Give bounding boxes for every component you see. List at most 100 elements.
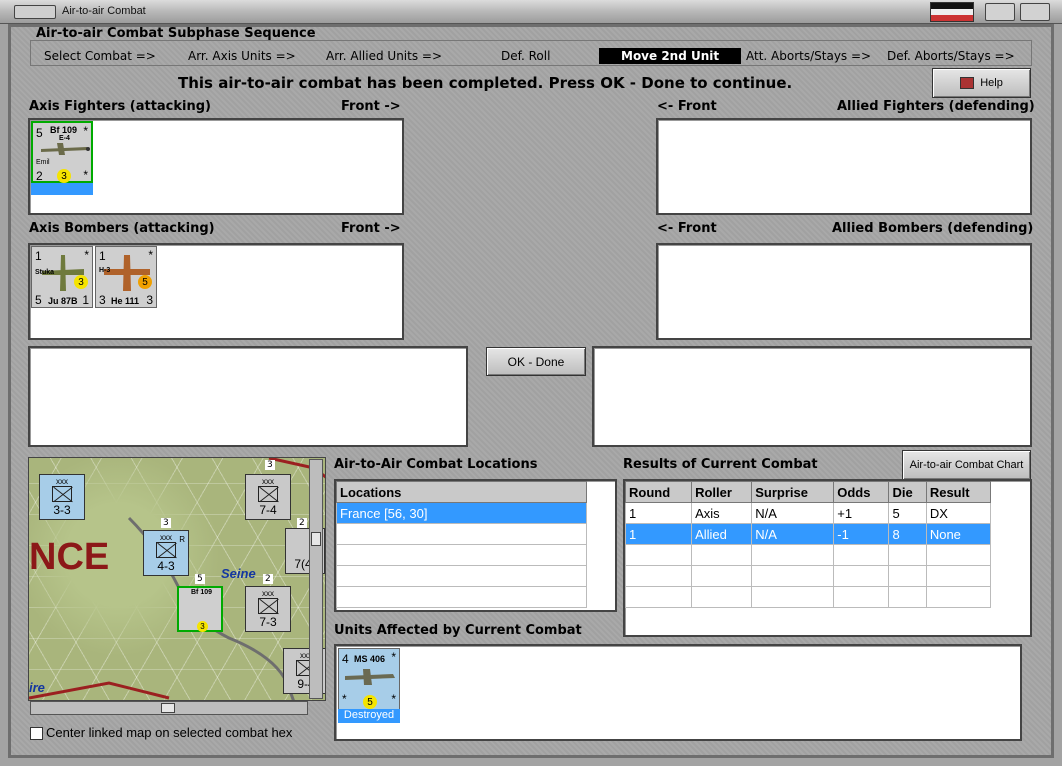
table-row[interactable] xyxy=(624,586,992,608)
cell: None xyxy=(925,523,992,545)
unit-value: 7-4 xyxy=(259,503,277,517)
location-row[interactable] xyxy=(336,586,587,608)
results-title: Results of Current Combat xyxy=(623,457,818,472)
col-die: Die xyxy=(888,481,927,503)
counter-value: 4 xyxy=(342,652,349,666)
step-arr-axis: Arr. Axis Units => xyxy=(188,49,296,63)
help-button[interactable]: Help xyxy=(932,68,1031,98)
center-map-label: Center linked map on selected combat hex xyxy=(46,725,293,740)
ju87-counter[interactable]: 1 * Stuka 3 5 Ju 87B 1 xyxy=(31,246,93,308)
window-title: Air-to-air Combat xyxy=(62,5,146,17)
counter-value: 1 xyxy=(82,293,89,307)
axis-fighters-box[interactable]: 5 Bf 109 E-4 * Emil 2 3 * xyxy=(28,118,404,215)
col-result: Result xyxy=(925,481,992,503)
infantry-icon xyxy=(258,598,278,614)
counter-value: 3 xyxy=(146,293,153,307)
unit-size: xxx xyxy=(262,477,274,486)
infantry-icon xyxy=(156,542,176,558)
counter-variant: H-3 xyxy=(99,267,111,274)
map-edge-label: ire xyxy=(29,680,45,695)
linked-map[interactable]: NCE Seine ire xxx 3-3 xxx 7-4 xxx R 4-3 xxx 7… xyxy=(28,457,326,701)
scroll-thumb[interactable] xyxy=(161,703,175,713)
unit-size: xxx xyxy=(56,477,68,486)
counter-name: Ju 87B xyxy=(48,296,78,306)
stack-count: 5 xyxy=(195,574,205,584)
step-move-2nd-unit: Move 2nd Unit xyxy=(599,48,742,64)
unit-value: 4-3 xyxy=(157,559,175,573)
counter-nickname: Emil xyxy=(36,159,50,166)
ok-done-button[interactable]: OK - Done xyxy=(486,347,586,376)
combat-chart-button[interactable]: Air-to-air Combat Chart xyxy=(902,450,1031,480)
map-unit[interactable]: xxx 7-4 xyxy=(245,474,291,520)
map-horizontal-scrollbar[interactable] xyxy=(30,701,308,715)
col-surprise: Surprise xyxy=(751,481,835,503)
map-vertical-scrollbar[interactable] xyxy=(309,459,323,699)
map-air-unit[interactable]: Bf 109 3 xyxy=(177,586,223,632)
affected-title: Units Affected by Current Combat xyxy=(334,623,582,638)
german-flag-icon xyxy=(930,2,974,22)
allied-fighters-label: Allied Fighters (defending) xyxy=(837,99,1035,114)
ms406-counter[interactable]: 4 MS 406 * * 5 * xyxy=(338,648,400,710)
fighter-plane-icon xyxy=(345,669,395,685)
minimize-button[interactable] xyxy=(985,3,1015,21)
allied-fighters-box[interactable] xyxy=(656,118,1032,215)
stack-count: 2 xyxy=(263,574,273,584)
unit-value: 3-3 xyxy=(53,503,71,517)
counter-star: * xyxy=(342,692,347,706)
cell: N/A xyxy=(751,523,835,545)
help-label: Help xyxy=(980,77,1003,89)
table-row[interactable] xyxy=(624,565,992,587)
cell: Axis xyxy=(691,502,753,524)
map-unit[interactable]: xxx 7-3 xyxy=(245,586,291,632)
he111-counter[interactable]: 1 * H-3 5 3 He 111 3 xyxy=(95,246,157,308)
counter-value: 5 xyxy=(35,293,42,307)
map-unit[interactable]: xxx R 4-3 xyxy=(143,530,189,576)
table-row[interactable] xyxy=(624,544,992,566)
cell: 1 xyxy=(624,502,693,524)
allied-bombers-label: Allied Bombers (defending) xyxy=(832,221,1034,236)
front-arrow-right: Front -> xyxy=(341,221,401,236)
allied-bombers-box[interactable] xyxy=(656,243,1032,340)
scroll-thumb[interactable] xyxy=(311,532,321,546)
location-cell: France [56, 30] xyxy=(336,502,587,524)
step-def-roll: Def. Roll xyxy=(501,49,551,63)
location-row[interactable] xyxy=(336,565,587,587)
bf109-counter[interactable]: 5 Bf 109 E-4 * Emil 2 3 * xyxy=(31,121,93,183)
axis-fighters-label: Axis Fighters (attacking) xyxy=(29,99,211,114)
title-bar: Air-to-air Combat xyxy=(0,0,1062,24)
stack-count: 3 xyxy=(161,518,171,528)
front-arrow-left: <- Front xyxy=(657,221,717,236)
table-row[interactable]: 1 Allied N/A -1 8 None xyxy=(624,523,992,545)
step-def-aborts: Def. Aborts/Stays => xyxy=(887,49,1015,63)
step-arr-allied: Arr. Allied Units => xyxy=(326,49,443,63)
unit-value: 7-3 xyxy=(259,615,277,629)
location-row[interactable]: France [56, 30] xyxy=(336,502,587,524)
col-roller: Roller xyxy=(691,481,753,503)
counter-star: * xyxy=(83,168,88,182)
front-arrow-left: <- Front xyxy=(657,99,717,114)
book-icon xyxy=(960,77,975,89)
center-map-checkbox[interactable] xyxy=(30,727,43,740)
affected-units-box[interactable]: 4 MS 406 * * 5 * Destroyed xyxy=(334,644,1022,741)
cell: Allied xyxy=(691,523,753,545)
locations-title: Air-to-Air Combat Locations xyxy=(334,457,538,472)
table-row[interactable]: 1 Axis N/A +1 5 DX xyxy=(624,502,992,524)
front-arrow-right: Front -> xyxy=(341,99,401,114)
counter-value: 5 xyxy=(36,126,43,140)
selected-counter-highlight xyxy=(31,183,93,195)
location-row[interactable] xyxy=(336,523,587,545)
counter-name: Bf 109 xyxy=(50,125,78,135)
system-menu-button[interactable] xyxy=(14,5,56,19)
sequence-title: Air-to-air Combat Subphase Sequence xyxy=(36,26,316,41)
location-row[interactable] xyxy=(336,544,587,566)
counter-value: 3 xyxy=(99,293,106,307)
map-unit[interactable]: xxx 3-3 xyxy=(39,474,85,520)
cell: 1 xyxy=(624,523,693,545)
close-button[interactable] xyxy=(1020,3,1050,21)
axis-bombers-box[interactable]: 1 * Stuka 3 5 Ju 87B 1 1 * H-3 5 3 He 11… xyxy=(28,243,404,340)
counter-factor: 5 xyxy=(138,275,152,289)
subphase-sequence: Select Combat => Arr. Axis Units => Arr.… xyxy=(30,40,1032,66)
axis-notes-box xyxy=(28,346,468,447)
unit-mark: R xyxy=(179,535,185,544)
col-odds: Odds xyxy=(833,481,890,503)
